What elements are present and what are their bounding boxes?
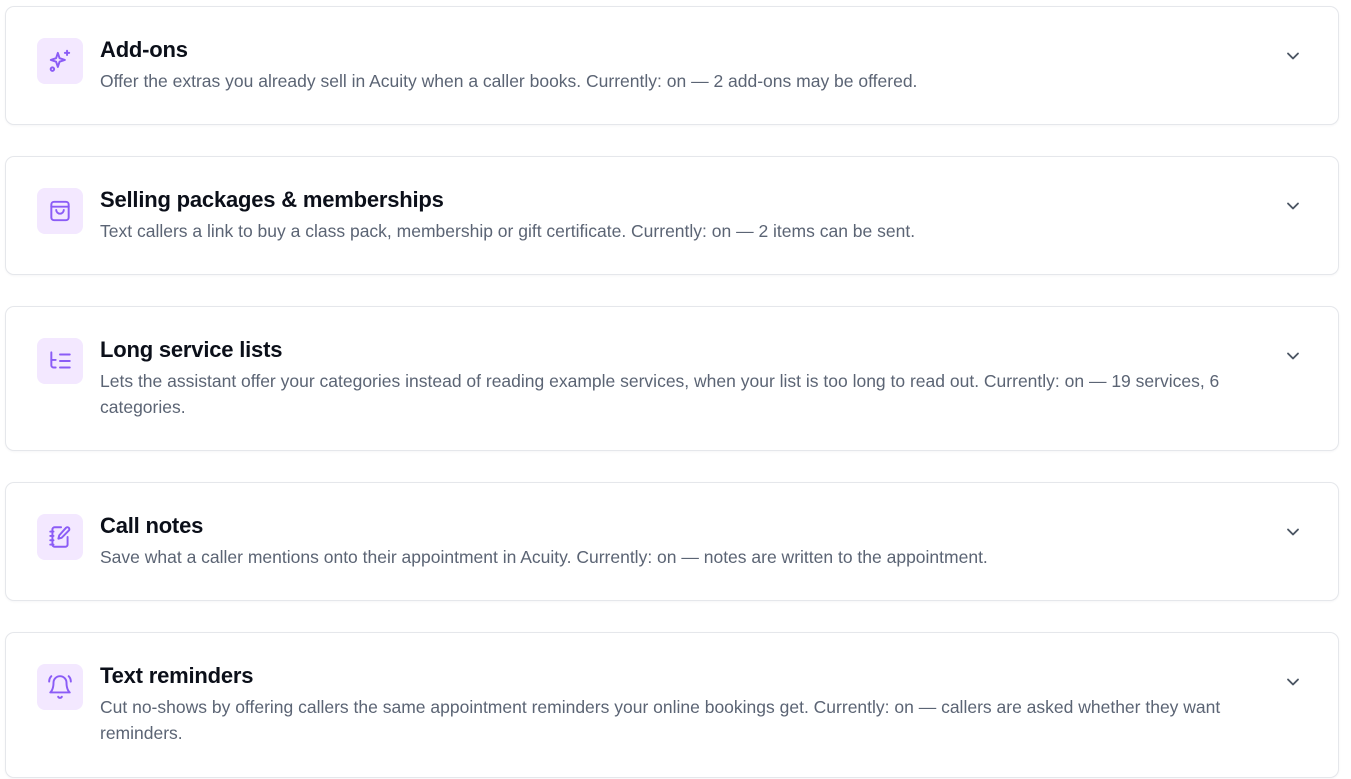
section-title: Call notes <box>100 513 204 538</box>
expand-toggle[interactable] <box>1282 45 1304 67</box>
section-icon-tile <box>37 338 83 384</box>
section-description: Save what a caller mentions onto their a… <box>100 547 988 567</box>
section-text-reminders[interactable]: Text reminders Cut no-shows by offering … <box>5 632 1339 778</box>
expand-toggle[interactable] <box>1282 345 1304 367</box>
section-title: Add-ons <box>100 37 188 62</box>
section-title: Long service lists <box>100 337 283 362</box>
notebook-pen-icon <box>49 526 71 548</box>
section-icon-tile <box>37 38 83 84</box>
section-selling-packages[interactable]: Selling packages & memberships Text call… <box>5 156 1339 275</box>
bell-ring-icon <box>48 675 72 699</box>
chevron-down-icon <box>1287 352 1299 360</box>
section-call-notes[interactable]: Call notes Save what a caller mentions o… <box>5 482 1339 601</box>
chevron-down-icon <box>1287 52 1299 60</box>
section-description: Offer the extras you already sell in Acu… <box>100 71 918 91</box>
chevron-down-icon <box>1287 528 1299 536</box>
section-title: Text reminders <box>100 663 254 688</box>
shopping-bag-icon <box>50 200 70 222</box>
chevron-down-icon <box>1287 678 1299 686</box>
sparkles-icon <box>49 49 71 72</box>
section-long-service-lists[interactable]: Long service lists Lets the assistant of… <box>5 306 1339 451</box>
section-icon-tile <box>37 664 83 710</box>
expand-toggle[interactable] <box>1282 521 1304 543</box>
section-description: Cut no-shows by offering callers the sam… <box>100 697 1221 743</box>
section-icon-tile <box>37 514 83 560</box>
expand-toggle[interactable] <box>1282 671 1304 693</box>
list-tree-icon <box>50 351 71 369</box>
section-description: Lets the assistant offer your categories… <box>100 371 1220 417</box>
section-title: Selling packages & memberships <box>100 187 444 212</box>
section-add-ons[interactable]: Add-ons Offer the extras you already sel… <box>5 6 1339 125</box>
section-icon-tile <box>37 188 83 234</box>
section-description: Text callers a link to buy a class pack,… <box>100 221 916 241</box>
chevron-down-icon <box>1287 202 1299 210</box>
expand-toggle[interactable] <box>1282 195 1304 217</box>
